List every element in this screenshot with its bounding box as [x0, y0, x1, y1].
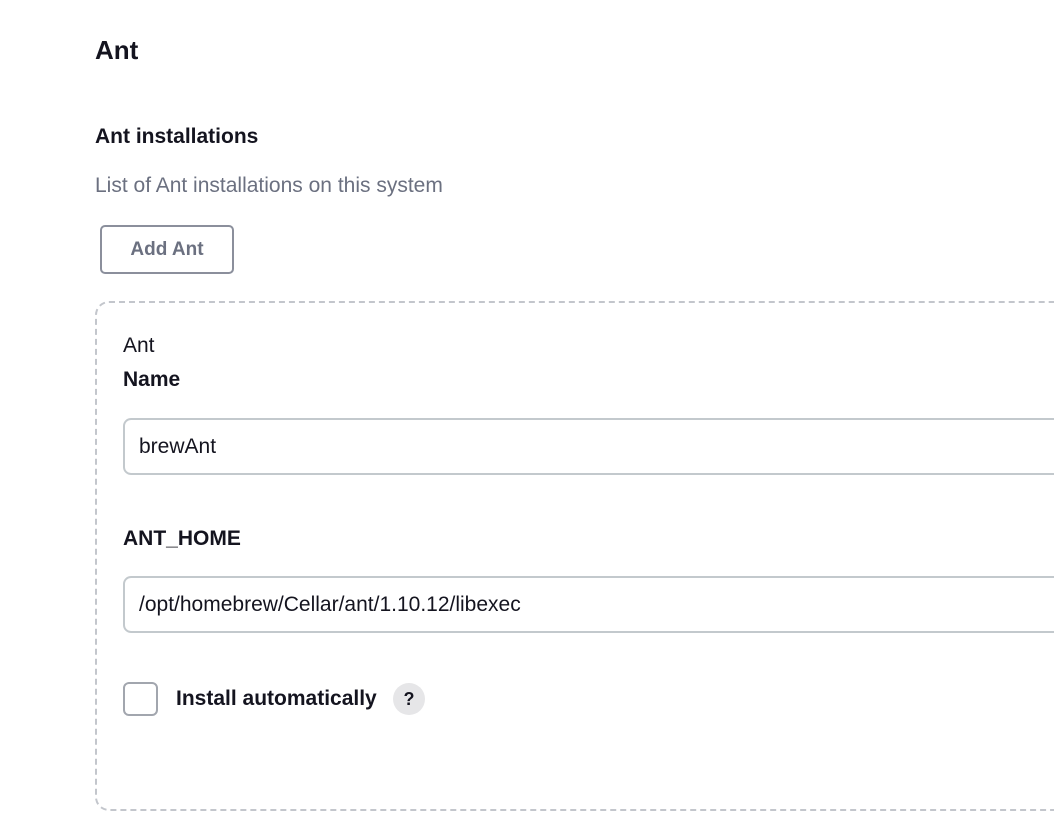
name-input[interactable] — [123, 418, 1054, 475]
ant-configuration-page: Ant Ant installations List of Ant instal… — [0, 0, 1054, 820]
ant-installation-entry — [95, 301, 1054, 811]
installations-description: List of Ant installations on this system — [95, 174, 443, 197]
name-label: Name — [123, 368, 181, 391]
install-automatically-label[interactable]: Install automatically — [176, 686, 377, 712]
entry-header: Ant — [123, 334, 155, 357]
install-automatically-checkbox[interactable] — [123, 682, 158, 716]
section-title: Ant — [95, 35, 139, 65]
ant-home-input[interactable] — [123, 576, 1054, 633]
installations-title: Ant installations — [95, 125, 259, 148]
question-mark-icon[interactable]: ? — [393, 683, 425, 715]
ant-home-label: ANT_HOME — [123, 527, 241, 550]
add-ant-button[interactable]: Add Ant — [100, 225, 234, 274]
